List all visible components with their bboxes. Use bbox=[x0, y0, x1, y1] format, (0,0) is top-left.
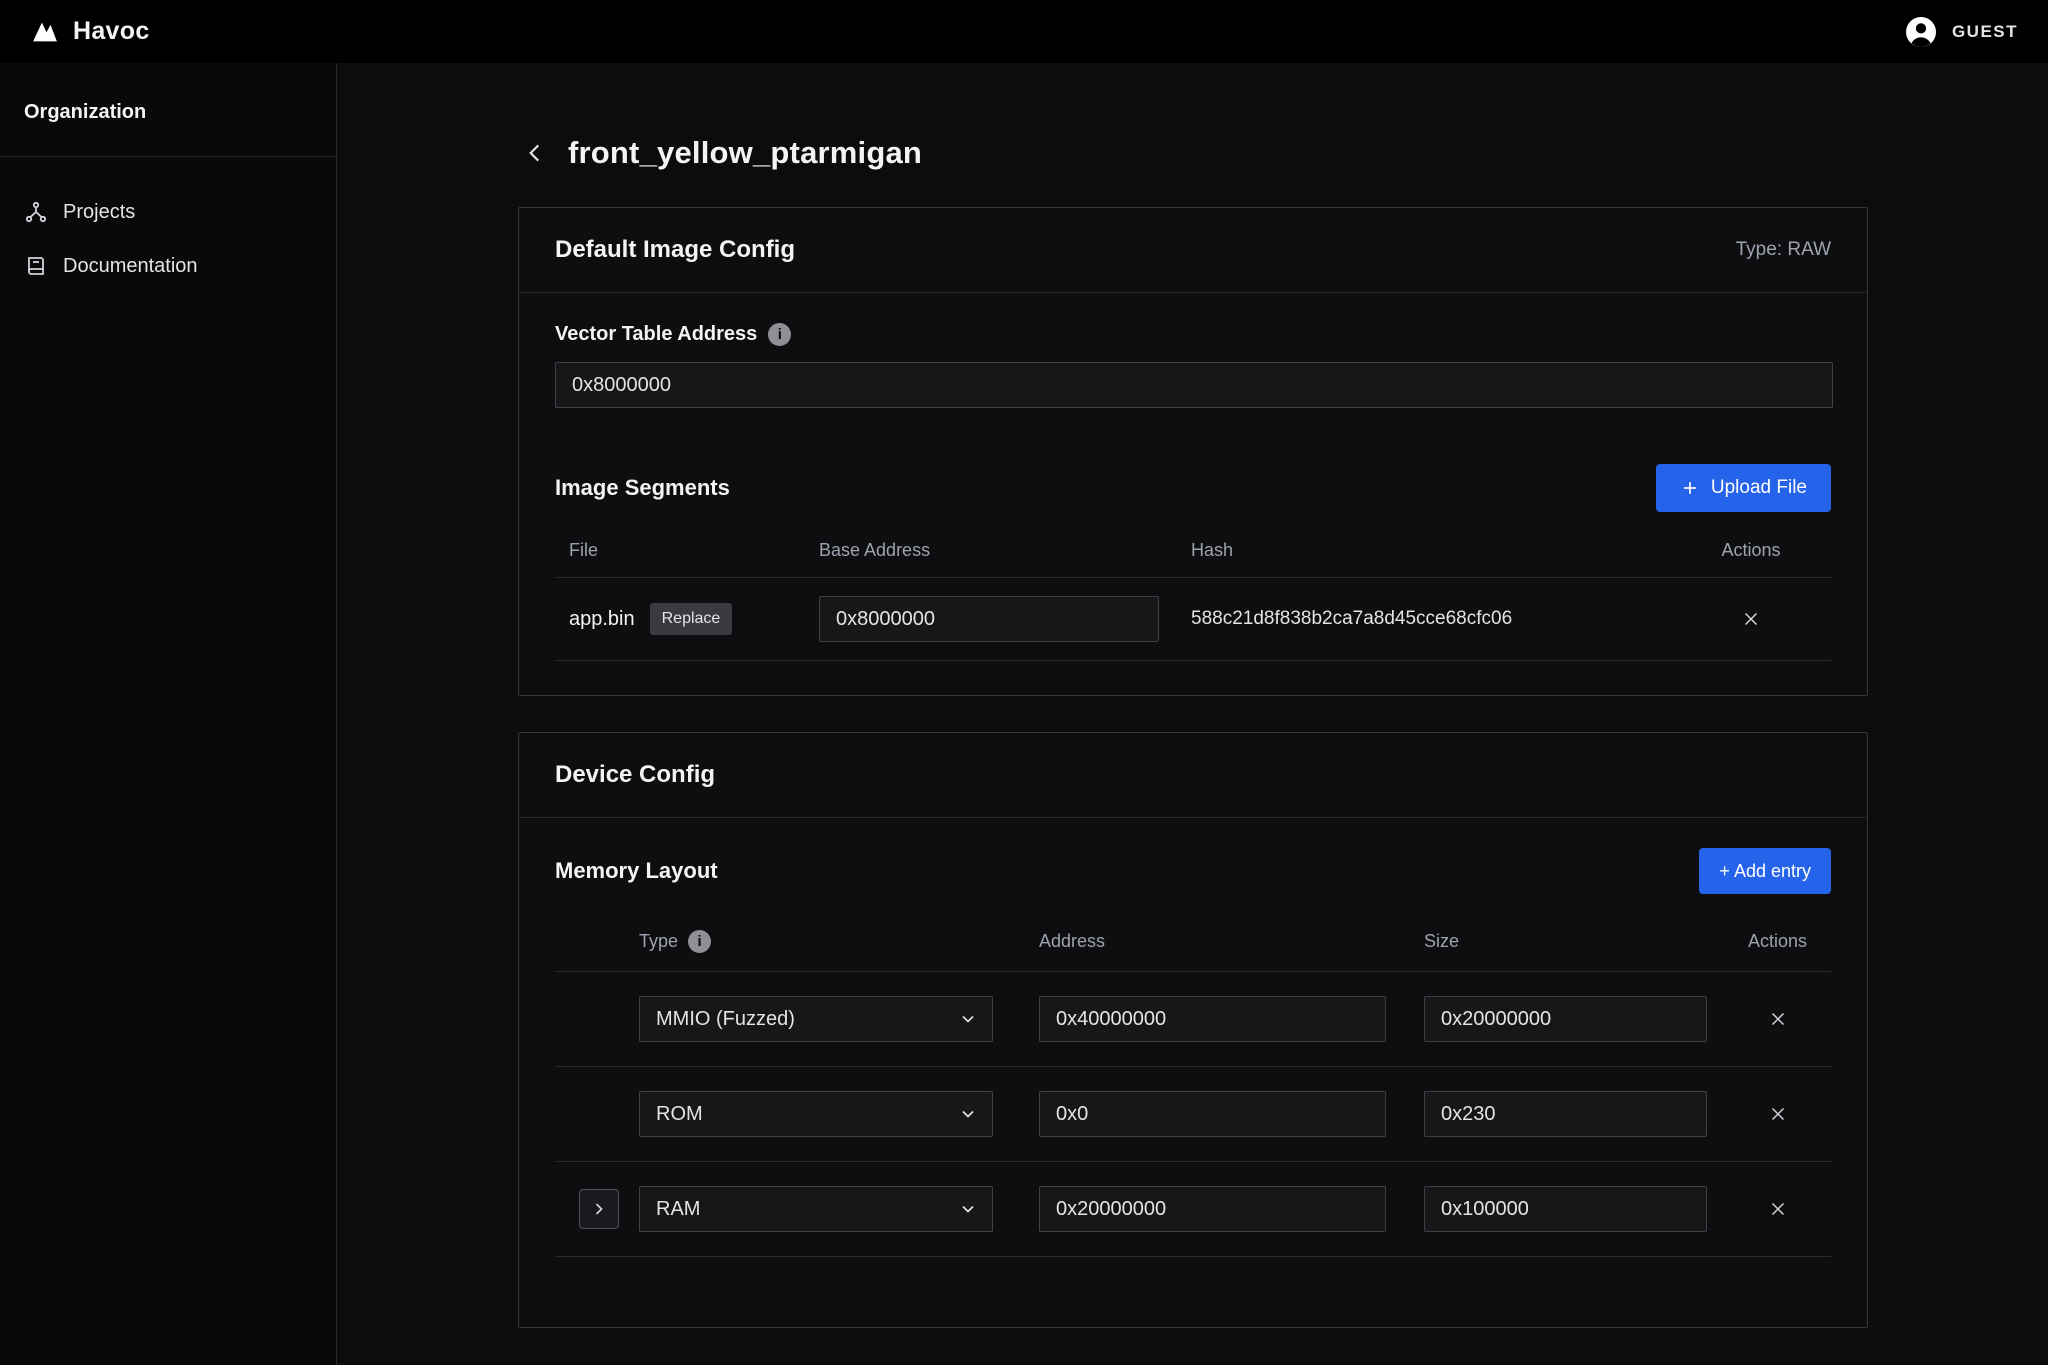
memory-type-value: ROM bbox=[656, 1103, 703, 1126]
sidebar-nav: Projects Documentation bbox=[0, 157, 336, 293]
remove-memory-row-button[interactable] bbox=[1761, 1002, 1795, 1036]
chevron-right-icon bbox=[589, 1199, 609, 1219]
segment-file-name: app.bin bbox=[569, 608, 635, 631]
main-content: front_yellow_ptarmigan Default Image Con… bbox=[337, 63, 2048, 1365]
add-entry-button[interactable]: + Add entry bbox=[1699, 848, 1831, 894]
column-header-file: File bbox=[555, 540, 811, 561]
remove-memory-row-button[interactable] bbox=[1761, 1097, 1795, 1131]
image-config-card-body: Vector Table Address i Image Segments Up… bbox=[519, 293, 1867, 695]
vector-table-address-input[interactable] bbox=[555, 362, 1833, 408]
segment-file-cell: app.bin Replace bbox=[555, 603, 811, 635]
info-icon[interactable]: i bbox=[768, 323, 791, 346]
chevron-left-icon bbox=[522, 140, 548, 166]
chevron-down-icon bbox=[958, 1199, 978, 1219]
image-config-card-header: Default Image Config Type: RAW bbox=[519, 208, 1867, 293]
page-head: front_yellow_ptarmigan bbox=[518, 135, 2048, 171]
sidebar-item-label: Projects bbox=[63, 201, 135, 224]
upload-file-button[interactable]: Upload File bbox=[1656, 464, 1831, 512]
sidebar-section-organization: Organization bbox=[0, 63, 336, 157]
sidebar-item-projects[interactable]: Projects bbox=[0, 185, 336, 239]
memory-type-value: RAM bbox=[656, 1198, 700, 1221]
column-header-size: Size bbox=[1424, 931, 1724, 952]
chevron-down-icon bbox=[958, 1009, 978, 1029]
vector-table-label: Vector Table Address bbox=[555, 323, 757, 346]
vector-table-label-row: Vector Table Address i bbox=[555, 323, 1831, 346]
segment-row: app.bin Replace 588c21d8f838b2ca7a8d45cc… bbox=[555, 578, 1831, 661]
memory-size-input[interactable] bbox=[1424, 1186, 1707, 1232]
close-icon bbox=[1767, 1198, 1789, 1220]
column-header-type: Type bbox=[639, 931, 678, 952]
image-segments-header: Image Segments Upload File bbox=[555, 464, 1831, 512]
column-header-actions: Actions bbox=[1748, 931, 1807, 952]
close-icon bbox=[1767, 1008, 1789, 1030]
segment-hash: 588c21d8f838b2ca7a8d45cce68cfc06 bbox=[1191, 608, 1671, 630]
plus-icon bbox=[1680, 478, 1700, 498]
image-segments-title: Image Segments bbox=[555, 475, 730, 501]
column-header-actions: Actions bbox=[1721, 540, 1780, 561]
memory-type-value: MMIO (Fuzzed) bbox=[656, 1008, 795, 1031]
image-type-label: Type: RAW bbox=[1736, 239, 1831, 261]
device-config-card-header: Device Config bbox=[519, 733, 1867, 818]
brand: Havoc bbox=[30, 17, 150, 47]
upload-file-label: Upload File bbox=[1711, 477, 1807, 499]
close-icon bbox=[1740, 608, 1762, 630]
image-segments-table: File Base Address Hash Actions app.bin R… bbox=[555, 540, 1831, 695]
topbar: Havoc GUEST bbox=[0, 0, 2048, 63]
back-button[interactable] bbox=[518, 136, 552, 170]
expand-row-button[interactable] bbox=[579, 1189, 619, 1229]
memory-table-header: Type i Address Size Actions bbox=[555, 930, 1831, 972]
memory-address-input[interactable] bbox=[1039, 1091, 1386, 1137]
page-title: front_yellow_ptarmigan bbox=[568, 135, 922, 171]
memory-size-input[interactable] bbox=[1424, 996, 1707, 1042]
user-menu[interactable]: GUEST bbox=[1903, 14, 2018, 50]
memory-row: ROM bbox=[555, 1067, 1831, 1162]
user-label: GUEST bbox=[1952, 22, 2018, 42]
remove-memory-row-button[interactable] bbox=[1761, 1192, 1795, 1226]
replace-file-button[interactable]: Replace bbox=[650, 603, 733, 635]
image-config-title: Default Image Config bbox=[555, 236, 795, 264]
segment-base-address-input[interactable] bbox=[819, 596, 1159, 642]
memory-layout-header: Memory Layout + Add entry bbox=[555, 848, 1831, 894]
memory-row: MMIO (Fuzzed) bbox=[555, 972, 1831, 1067]
havoc-logo-icon bbox=[30, 17, 60, 47]
projects-icon bbox=[24, 200, 48, 224]
memory-type-select[interactable]: ROM bbox=[639, 1091, 993, 1137]
image-config-card: Default Image Config Type: RAW Vector Ta… bbox=[518, 207, 1868, 696]
info-icon[interactable]: i bbox=[688, 930, 711, 953]
memory-address-input[interactable] bbox=[1039, 996, 1386, 1042]
segments-table-header: File Base Address Hash Actions bbox=[555, 540, 1831, 578]
documentation-icon bbox=[24, 254, 48, 278]
memory-type-select[interactable]: MMIO (Fuzzed) bbox=[639, 996, 993, 1042]
brand-name: Havoc bbox=[73, 17, 150, 46]
avatar-icon[interactable] bbox=[1903, 14, 1939, 50]
column-header-hash: Hash bbox=[1191, 540, 1671, 561]
close-icon bbox=[1767, 1103, 1789, 1125]
device-config-card: Device Config Memory Layout + Add entry … bbox=[518, 732, 1868, 1328]
device-config-title: Device Config bbox=[555, 761, 715, 789]
sidebar-item-label: Documentation bbox=[63, 255, 198, 278]
device-config-card-body: Memory Layout + Add entry Type i Address… bbox=[519, 818, 1867, 1327]
chevron-down-icon bbox=[958, 1104, 978, 1124]
memory-layout-title: Memory Layout bbox=[555, 858, 718, 884]
column-header-base-address: Base Address bbox=[811, 540, 1191, 561]
memory-layout-table: Type i Address Size Actions MMIO (Fuzzed… bbox=[555, 930, 1831, 1327]
memory-type-select[interactable]: RAM bbox=[639, 1186, 993, 1232]
sidebar-item-documentation[interactable]: Documentation bbox=[0, 239, 336, 293]
memory-row: RAM bbox=[555, 1162, 1831, 1257]
column-header-address: Address bbox=[1039, 931, 1424, 952]
memory-size-input[interactable] bbox=[1424, 1091, 1707, 1137]
sidebar: Organization Projects bbox=[0, 63, 337, 1365]
remove-segment-button[interactable] bbox=[1734, 602, 1768, 636]
memory-address-input[interactable] bbox=[1039, 1186, 1386, 1232]
